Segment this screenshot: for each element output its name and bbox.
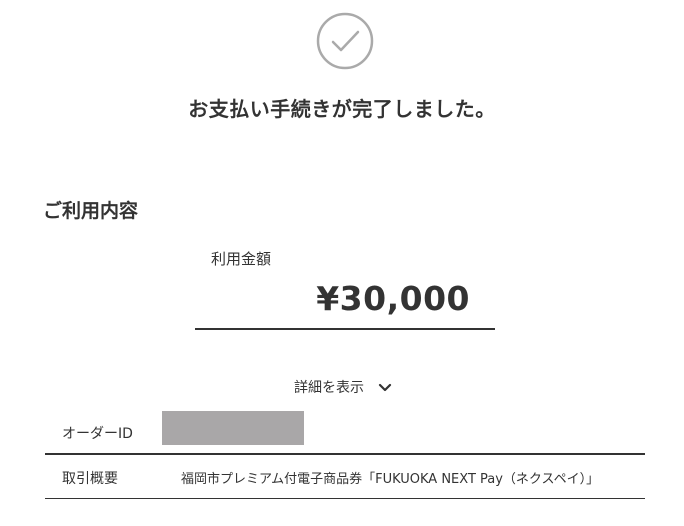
check-circle-icon <box>316 12 374 70</box>
transaction-summary-label: 取引概要 <box>62 471 118 487</box>
show-details-toggle[interactable]: 詳細を表示 <box>294 377 392 397</box>
order-id-redacted-value <box>162 411 304 445</box>
section-title-usage: ご利用内容 <box>43 200 139 222</box>
show-details-label: 詳細を表示 <box>294 380 364 396</box>
amount-label: 利用金額 <box>211 250 272 268</box>
chevron-down-icon <box>378 383 392 392</box>
details-divider-bottom <box>45 498 645 499</box>
details-divider <box>45 453 645 455</box>
order-id-label: オーダーID <box>62 426 133 442</box>
transaction-summary-value: 福岡市プレミアム付電子商品券「FUKUOKA NEXT Pay（ネクスペイ）」 <box>181 472 600 487</box>
completion-title: お支払い手続きが完了しました。 <box>188 97 496 121</box>
amount-underline <box>195 328 495 330</box>
amount-value: ¥30,000 <box>316 279 470 318</box>
